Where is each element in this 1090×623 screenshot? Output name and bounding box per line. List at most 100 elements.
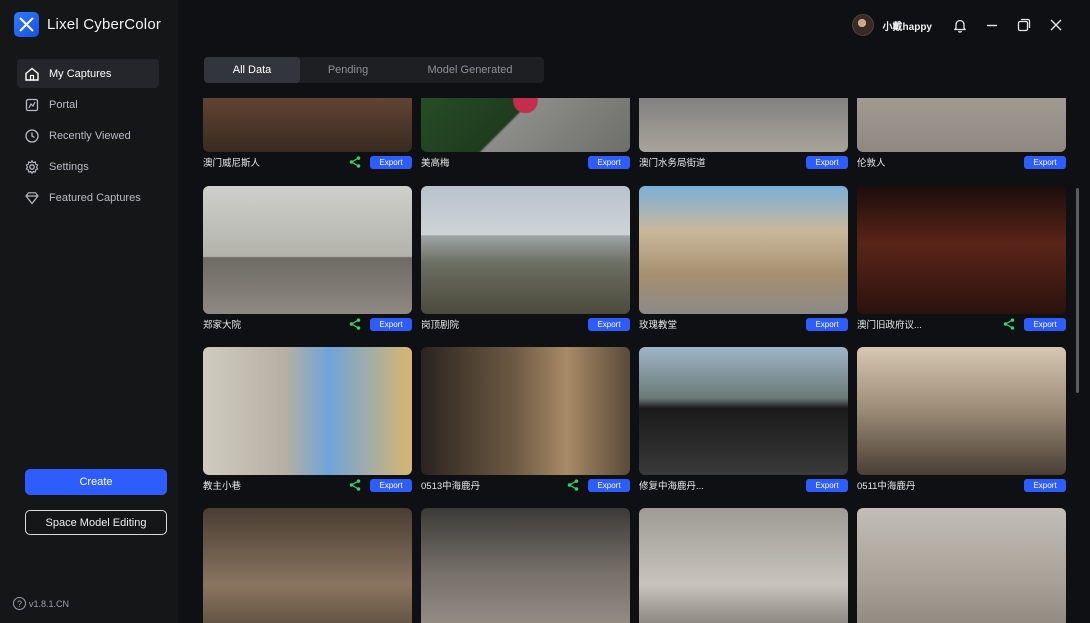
capture-thumbnail[interactable]	[639, 508, 848, 623]
capture-title: 教主小巷	[203, 481, 242, 492]
card-footer: 教主小巷 Export	[203, 477, 412, 493]
sidebar-item-label: My Captures	[49, 67, 112, 80]
capture-title: 澳门威尼斯人	[203, 158, 261, 169]
card-footer: 美高梅 Export	[421, 154, 630, 170]
minimize-icon[interactable]	[976, 12, 1008, 38]
export-button[interactable]: Export	[1024, 155, 1066, 169]
capture-card[interactable]	[857, 508, 1066, 623]
capture-thumbnail[interactable]	[857, 98, 1066, 152]
capture-title: 0511中海鹿丹	[857, 481, 916, 492]
card-footer: 澳门威尼斯人 Export	[203, 154, 412, 170]
capture-card[interactable]: 玫瑰教堂 Export	[639, 186, 848, 331]
sidebar-item-settings[interactable]: Settings	[17, 152, 159, 181]
capture-thumbnail[interactable]	[639, 347, 848, 475]
sidebar-item-recently-viewed[interactable]: Recently Viewed	[17, 121, 159, 150]
clock-icon	[24, 128, 40, 144]
capture-card[interactable]: 澳门旧政府议... Export	[857, 186, 1066, 331]
export-button[interactable]: Export	[806, 317, 848, 331]
app-logo-icon	[14, 12, 39, 37]
sidebar-item-my-captures[interactable]: My Captures	[17, 59, 159, 88]
capture-thumbnail[interactable]	[639, 186, 848, 314]
sidebar-item-portal[interactable]: Portal	[17, 90, 159, 119]
export-button[interactable]: Export	[370, 155, 412, 169]
capture-thumbnail[interactable]	[203, 347, 412, 475]
capture-card[interactable]: 教主小巷 Export	[203, 347, 412, 492]
export-button[interactable]: Export	[1024, 478, 1066, 492]
scrollbar-thumb[interactable]	[1076, 188, 1079, 393]
capture-card[interactable]: 伦敦人 Export	[857, 98, 1066, 169]
notification-bell-icon[interactable]	[944, 12, 976, 38]
capture-thumbnail[interactable]	[857, 186, 1066, 314]
share-icon[interactable]	[347, 154, 363, 170]
capture-card[interactable]: 郑家大院 Export	[203, 186, 412, 331]
version-label: v1.8.1.CN	[29, 598, 70, 609]
card-footer: 郑家大院 Export	[203, 316, 412, 332]
capture-thumbnail[interactable]	[203, 186, 412, 314]
sidebar-item-label: Portal	[49, 98, 78, 111]
capture-card[interactable]: 修复中海鹿丹... Export	[639, 347, 848, 492]
tab-pending[interactable]: Pending	[300, 57, 396, 83]
card-footer: 0513中海鹿丹 Export	[421, 477, 630, 493]
export-button[interactable]: Export	[806, 478, 848, 492]
diamond-icon	[24, 190, 40, 206]
capture-card[interactable]: 澳门水务局街道 Export	[639, 98, 848, 169]
card-footer: 岗顶剧院 Export	[421, 316, 630, 332]
capture-card[interactable]: 岗顶剧院 Export	[421, 186, 630, 331]
restore-window-icon[interactable]	[1008, 12, 1040, 38]
capture-card[interactable]: 美高梅 Export	[421, 98, 630, 169]
capture-thumbnail[interactable]	[639, 98, 848, 152]
export-button[interactable]: Export	[588, 155, 630, 169]
capture-card[interactable]: 澳门威尼斯人 Export	[203, 98, 412, 169]
sidebar: Lixel CyberColor My Captures Portal Rece…	[0, 0, 178, 623]
app-name: Lixel CyberColor	[47, 16, 162, 33]
capture-thumbnail[interactable]	[857, 508, 1066, 623]
capture-title: 伦敦人	[857, 158, 886, 169]
capture-thumbnail[interactable]	[421, 98, 630, 152]
capture-card[interactable]	[639, 508, 848, 623]
sidebar-item-label: Recently Viewed	[49, 129, 131, 142]
sidebar-item-label: Featured Captures	[49, 191, 141, 204]
export-button[interactable]: Export	[806, 155, 848, 169]
export-button[interactable]: Export	[1024, 317, 1066, 331]
sidebar-item-featured-captures[interactable]: Featured Captures	[17, 183, 159, 212]
capture-thumbnail[interactable]	[421, 186, 630, 314]
capture-title: 岗顶剧院	[421, 320, 460, 331]
create-button[interactable]: Create	[25, 469, 167, 495]
space-model-editing-button[interactable]: Space Model Editing	[25, 510, 167, 535]
capture-thumbnail[interactable]	[203, 98, 412, 152]
capture-thumbnail[interactable]	[203, 508, 412, 623]
capture-card[interactable]	[203, 508, 412, 623]
card-footer: 澳门水务局街道 Export	[639, 154, 848, 170]
close-icon[interactable]	[1040, 12, 1072, 38]
capture-card[interactable]: 0511中海鹿丹 Export	[857, 347, 1066, 492]
export-button[interactable]: Export	[588, 478, 630, 492]
home-icon	[24, 66, 40, 82]
sidebar-item-label: Settings	[49, 160, 89, 173]
tab-model-generated[interactable]: Model Generated	[396, 57, 544, 83]
capture-title: 澳门旧政府议...	[857, 320, 922, 331]
username[interactable]: 小戴happy	[883, 18, 932, 33]
capture-thumbnail[interactable]	[857, 347, 1066, 475]
capture-thumbnail[interactable]	[421, 347, 630, 475]
export-button[interactable]: Export	[370, 317, 412, 331]
tab-all-data[interactable]: All Data	[204, 57, 300, 83]
share-icon[interactable]	[347, 477, 363, 493]
card-footer: 修复中海鹿丹... Export	[639, 477, 848, 493]
captures-grid: 澳门威尼斯人 Export 美高梅 Export 澳门水务局街道 Export …	[203, 98, 1067, 623]
share-icon[interactable]	[565, 477, 581, 493]
share-icon[interactable]	[347, 316, 363, 332]
card-footer: 澳门旧政府议... Export	[857, 316, 1066, 332]
avatar[interactable]	[851, 14, 874, 36]
version-info: ? v1.8.1.CN	[13, 597, 69, 610]
export-button[interactable]: Export	[370, 478, 412, 492]
export-button[interactable]: Export	[588, 317, 630, 331]
capture-title: 美高梅	[421, 158, 450, 169]
sidebar-nav: My Captures Portal Recently Viewed Setti…	[17, 59, 159, 214]
gear-icon	[24, 159, 40, 175]
share-icon[interactable]	[1001, 316, 1017, 332]
capture-card[interactable]: 0513中海鹿丹 Export	[421, 347, 630, 492]
capture-thumbnail[interactable]	[421, 508, 630, 623]
capture-title: 0513中海鹿丹	[421, 481, 481, 492]
capture-card[interactable]	[421, 508, 630, 623]
help-icon[interactable]: ?	[13, 597, 26, 610]
